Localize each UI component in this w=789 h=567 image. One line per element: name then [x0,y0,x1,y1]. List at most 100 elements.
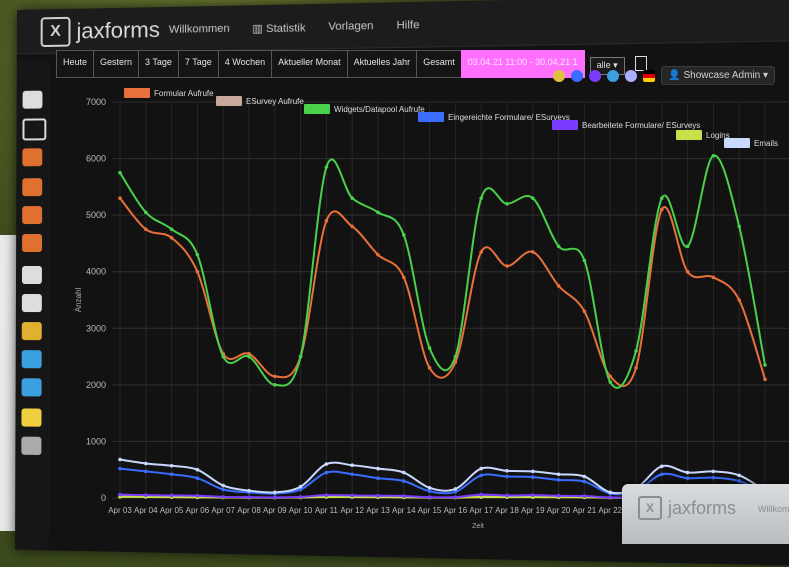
data-point [247,488,251,493]
data-point [195,467,200,472]
y-tick-label: 6000 [86,154,106,164]
data-point [402,470,406,475]
data-point [376,466,380,471]
data-point [273,495,277,500]
data-point [221,487,225,492]
data-point [324,462,329,466]
legend-swatch [724,138,750,148]
data-point [582,309,587,314]
data-point [298,484,303,489]
data-point [737,479,741,483]
data-point [685,244,690,249]
x-tick-label: Apr 16 [444,506,468,515]
data-point [427,486,432,490]
legend-label: Eingereichte Formulare/ ESurveys [448,113,570,122]
foreground-laptop: X jaxforms Willkomm [622,484,789,544]
legend-label: ESurvey Aufrufe [246,97,304,106]
data-point [350,493,355,498]
data-point [324,165,329,169]
y-tick-label: 1000 [86,436,106,446]
x-tick-label: Apr 19 [521,506,545,515]
data-point [350,224,355,229]
y-tick-label: 2000 [86,380,106,390]
data-point [608,490,612,495]
data-point [711,153,716,158]
data-point [737,298,741,302]
x-tick-label: Apr 06 [186,506,210,515]
x-tick-label: Apr 08 [237,506,261,515]
data-point [427,366,432,370]
data-point [144,461,148,466]
data-point [660,196,664,200]
data-point [273,374,277,379]
data-point [376,493,380,498]
data-point [505,474,509,479]
data-point [479,473,484,478]
data-point [531,475,535,479]
legend-swatch [304,104,330,114]
data-point [273,383,277,387]
series-line [119,197,766,388]
legend-label: Bearbeitete Formulare/ ESurveys [582,121,700,130]
x-tick-label: Apr 21 [573,506,597,515]
x-tick-label: Apr 17 [469,506,493,515]
legend-swatch [124,88,150,98]
data-point [350,472,355,477]
data-point [685,269,690,274]
data-point [402,479,406,483]
data-point [556,478,561,482]
data-point [531,493,535,497]
data-point [582,494,587,498]
x-tick-label: Apr 09 [263,506,287,515]
data-point [376,252,380,257]
data-point [479,492,484,497]
data-point [247,354,251,359]
line-chart: 01000200030004000500060007000Apr 03 Apr 0… [74,88,789,530]
legend-label: Formular Aufrufe [154,89,214,98]
x-tick-label: Apr 13 [366,506,390,515]
data-point [737,224,741,229]
data-point [376,476,380,481]
x-tick-label: Apr 20 [547,506,571,515]
data-point [195,252,200,257]
x-axis-label: Zeit [472,523,484,530]
y-tick-label: 0 [101,493,106,503]
data-point [324,470,329,475]
data-point [556,472,561,477]
data-point [324,219,329,223]
x-tick-label: Apr 05 [160,506,184,515]
data-point [763,377,767,382]
data-point [324,493,329,497]
data-point [531,469,535,474]
x-tick-label: Apr 03 [108,506,132,515]
y-tick-label: 7000 [86,97,106,107]
data-point [582,258,587,263]
data-point [582,479,587,484]
data-point [505,469,509,473]
data-point [144,227,148,232]
data-point [169,235,174,240]
legend-swatch [676,130,702,140]
data-point [763,363,767,367]
data-point [169,227,174,232]
data-point [298,354,303,359]
data-point [453,354,458,359]
data-point [118,457,122,462]
data-point [556,284,561,288]
x-tick-label: Apr 11 [315,506,339,515]
data-point [402,233,406,237]
y-axis-label: Anzahl [74,288,83,313]
data-point [247,495,251,499]
data-point [350,463,355,467]
x-tick-label: Apr 18 [495,506,519,515]
x-tick-label: Apr 15 [418,506,442,515]
data-point [634,349,638,353]
data-point [169,472,174,477]
x-tick-label: Apr 07 [211,506,235,515]
x-tick-label: Apr 10 [289,506,313,515]
x-tick-label: Apr 12 [340,506,364,515]
legend-swatch [552,120,578,130]
data-point [711,475,716,480]
data-point [298,495,303,499]
data-point [273,490,277,495]
